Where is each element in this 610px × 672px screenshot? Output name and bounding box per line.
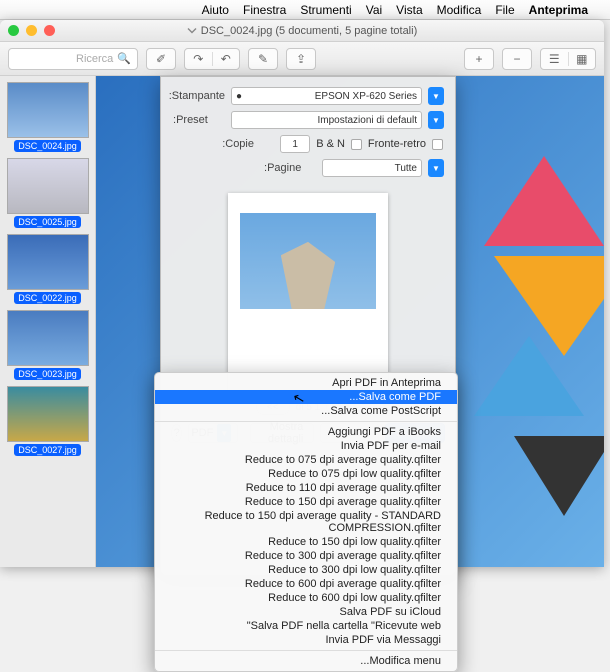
zoom-out-button[interactable]: − <box>502 48 532 70</box>
markup-button[interactable]: ✐ <box>146 48 176 70</box>
rotate-left-icon[interactable]: ↶ <box>212 52 240 66</box>
pdf-menu-item[interactable]: Invia PDF via Messaggi <box>155 633 457 647</box>
titlebar: DSC_0024.jpg (5 documenti, 5 pagine tota… <box>0 20 604 42</box>
preset-label: Preset: <box>173 114 225 126</box>
pdf-menu-item[interactable]: Reduce to 150 dpi average quality - STAN… <box>155 509 457 535</box>
dropdown-icon[interactable]: ▼ <box>428 87 444 105</box>
duplex-label: Fronte-retro <box>368 138 426 150</box>
highlight-button[interactable]: ✎ <box>248 48 278 70</box>
dropdown-icon[interactable]: ▼ <box>428 159 444 177</box>
copies-input[interactable]: 1 <box>280 135 310 153</box>
pdf-menu-item[interactable]: Reduce to 150 dpi average quality.qfilte… <box>155 495 457 509</box>
toolbar: ▦☰ − + ⇪ ✎ ↶↷ ✐ 🔍 Ricerca <box>0 42 604 76</box>
menu-edit[interactable]: Modifica <box>437 3 482 17</box>
search-input[interactable]: 🔍 Ricerca <box>8 48 138 70</box>
menu-go[interactable]: Vai <box>366 3 382 17</box>
preview-window: DSC_0024.jpg (5 documenti, 5 pagine tota… <box>0 20 604 567</box>
preview-image <box>240 213 376 309</box>
share-button[interactable]: ⇪ <box>286 48 316 70</box>
pdf-menu-item[interactable]: Aggiungi PDF a iBooks <box>155 425 457 439</box>
thumbnails-view-icon[interactable]: ▦ <box>568 52 596 66</box>
pdf-menu: Apri PDF in AnteprimaSalva come PDF...Sa… <box>154 372 458 672</box>
menu-tools[interactable]: Strumenti <box>300 3 351 17</box>
menu-window[interactable]: Finestra <box>243 3 286 17</box>
pdf-menu-item[interactable]: Reduce to 600 dpi average quality.qfilte… <box>155 577 457 591</box>
window-title: DSC_0024.jpg (5 documenti, 5 pagine tota… <box>187 25 417 37</box>
pdf-menu-item[interactable]: Salva come PostScript... <box>155 404 457 418</box>
duplex-checkbox[interactable] <box>432 139 443 150</box>
printer-select[interactable]: EPSON XP-620 Series● <box>231 87 422 105</box>
pdf-menu-item[interactable]: Salva PDF nella cartella "Ricevute web" <box>155 619 457 633</box>
pages-label: Pagine: <box>264 162 316 174</box>
menu-file[interactable]: File <box>495 3 514 17</box>
pdf-menu-item[interactable]: Reduce to 075 dpi average quality.qfilte… <box>155 453 457 467</box>
copies-label: Copie: <box>222 138 274 150</box>
zoom-button[interactable] <box>8 25 19 36</box>
bw-label: B & N <box>316 138 345 150</box>
rotate-right-icon[interactable]: ↷ <box>185 52 212 66</box>
thumbnail-item[interactable]: DSC_0024.jpg <box>6 82 89 152</box>
pdf-menu-item[interactable]: Apri PDF in Anteprima <box>155 376 457 390</box>
pdf-menu-item[interactable]: Reduce to 110 dpi average quality.qfilte… <box>155 481 457 495</box>
view-mode-group[interactable]: ▦☰ <box>540 48 596 70</box>
pdf-menu-item[interactable]: Reduce to 300 dpi low quality.qfilter <box>155 563 457 577</box>
menu-view[interactable]: Vista <box>396 3 422 17</box>
pdf-menu-item[interactable]: Modifica menu... <box>155 654 457 668</box>
minimize-button[interactable] <box>26 25 37 36</box>
app-menu[interactable]: Anteprima <box>529 3 588 17</box>
pages-select[interactable]: Tutte <box>322 159 422 177</box>
bw-checkbox[interactable] <box>351 139 362 150</box>
zoom-in-button[interactable]: + <box>464 48 494 70</box>
rotate-group[interactable]: ↶↷ <box>184 48 240 70</box>
system-menubar: Anteprima File Modifica Vista Vai Strume… <box>0 0 610 20</box>
pdf-menu-item[interactable]: Reduce to 150 dpi low quality.qfilter <box>155 535 457 549</box>
dropdown-icon[interactable]: ▼ <box>428 111 444 129</box>
chevron-down-icon[interactable] <box>187 26 197 35</box>
print-preview <box>228 193 388 393</box>
thumbnail-item[interactable]: DSC_0027.jpg <box>6 386 89 456</box>
pdf-menu-item[interactable]: Salva PDF su iCloud <box>155 605 457 619</box>
thumbnail-item[interactable]: DSC_0022.jpg <box>6 234 89 304</box>
list-view-icon[interactable]: ☰ <box>541 52 568 66</box>
search-icon: 🔍 <box>117 52 131 65</box>
preset-select[interactable]: Impostazioni di default <box>231 111 422 129</box>
close-button[interactable] <box>44 25 55 36</box>
thumbnail-item[interactable]: DSC_0025.jpg <box>6 158 89 228</box>
printer-label: Stampante: <box>173 90 225 102</box>
traffic-lights <box>8 25 55 36</box>
pdf-menu-item[interactable]: Invia PDF per e-mail <box>155 439 457 453</box>
menu-help[interactable]: Aiuto <box>202 3 229 17</box>
thumbnail-sidebar: DSC_0024.jpg DSC_0025.jpg DSC_0022.jpg D… <box>0 76 96 567</box>
pdf-menu-item[interactable]: Reduce to 300 dpi average quality.qfilte… <box>155 549 457 563</box>
pdf-menu-item[interactable]: Reduce to 600 dpi low quality.qfilter <box>155 591 457 605</box>
pdf-menu-item[interactable]: Reduce to 075 dpi low quality.qfilter <box>155 467 457 481</box>
thumbnail-item[interactable]: DSC_0023.jpg <box>6 310 89 380</box>
